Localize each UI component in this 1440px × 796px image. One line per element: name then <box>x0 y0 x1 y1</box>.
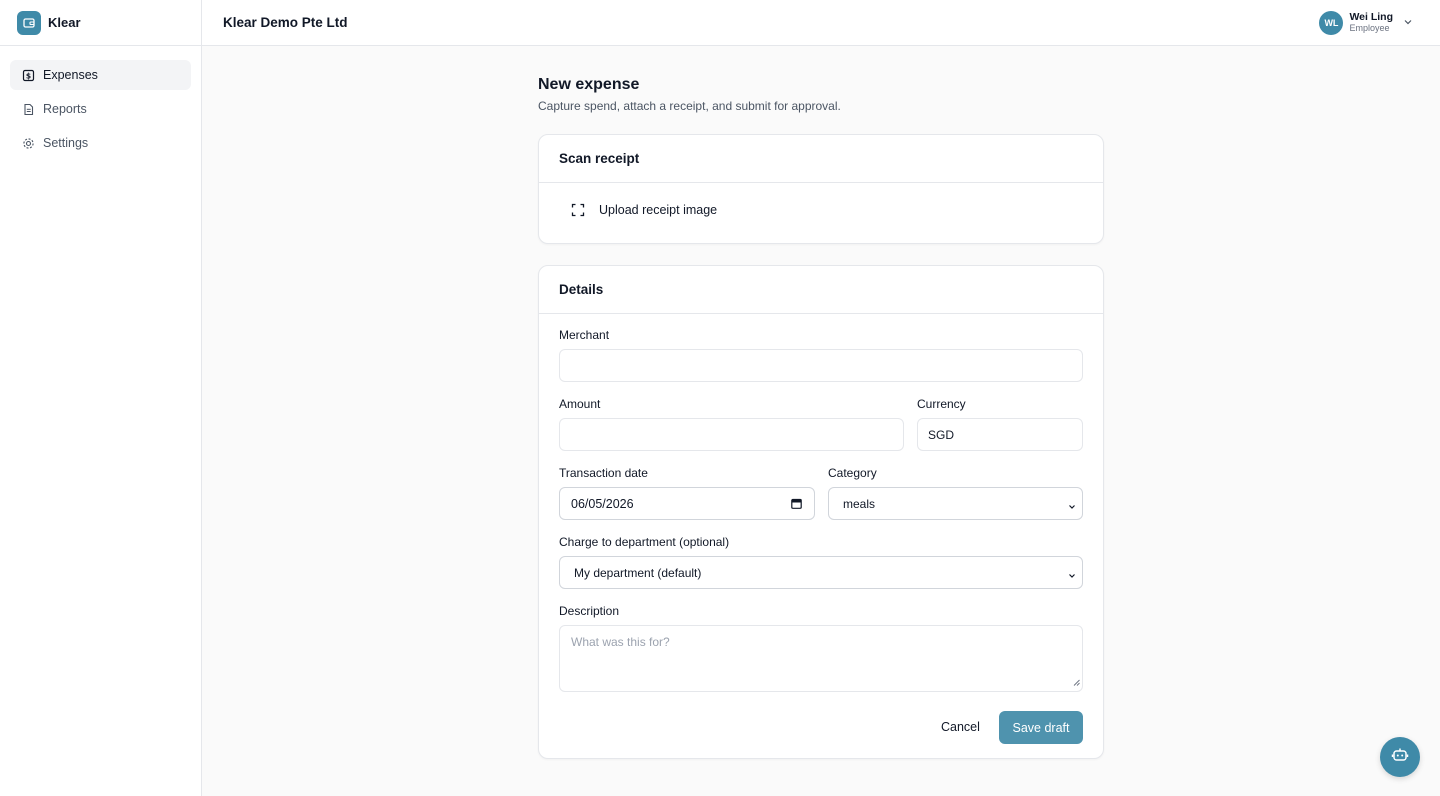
page-title: New expense <box>538 76 640 93</box>
resize-handle-icon[interactable] <box>1073 675 1080 689</box>
card-title: Scan receipt <box>539 135 1103 183</box>
robot-icon <box>1391 746 1409 769</box>
assistant-button[interactable] <box>1380 737 1420 777</box>
details-card: Details Merchant Amount Currency SGD Tra… <box>538 265 1104 759</box>
gear-icon <box>21 136 35 150</box>
company-name: Klear Demo Pte Ltd <box>223 15 348 30</box>
cancel-button[interactable]: Cancel <box>941 720 980 734</box>
avatar: WL <box>1319 11 1344 35</box>
description-placeholder: What was this for? <box>571 635 670 649</box>
chevron-down-icon <box>1068 500 1076 514</box>
upload-receipt-button[interactable]: Upload receipt image <box>571 203 717 217</box>
sidebar-item-reports[interactable]: Reports <box>10 94 191 124</box>
description-textarea[interactable]: What was this for? <box>559 625 1083 692</box>
chevron-down-icon <box>1403 14 1413 32</box>
transaction-date-input[interactable]: 06/05/2026 <box>559 487 815 520</box>
dollar-receipt-icon: $ <box>21 68 35 82</box>
card-title: Details <box>539 266 1103 314</box>
transaction-date-label: Transaction date <box>559 466 648 480</box>
category-label: Category <box>828 466 877 480</box>
category-select[interactable]: meals <box>828 487 1083 520</box>
amount-label: Amount <box>559 397 601 411</box>
department-label: Charge to department (optional) <box>559 535 730 549</box>
sidebar: Klear $ Expenses Reports Settings <box>0 0 202 796</box>
save-draft-button[interactable]: Save draft <box>999 711 1083 744</box>
brand[interactable]: Klear <box>0 0 201 46</box>
amount-input[interactable] <box>559 418 904 451</box>
main-content: New expense Capture spend, attach a rece… <box>538 76 1104 759</box>
department-select[interactable]: My department (default) <box>559 556 1083 589</box>
top-bar: Klear Demo Pte Ltd WL Wei Ling Employee <box>202 0 1440 46</box>
sidebar-item-label: Expenses <box>43 68 98 82</box>
scan-receipt-card: Scan receipt Upload receipt image <box>538 134 1104 244</box>
category-value: meals <box>843 496 876 511</box>
transaction-date-value: 06/05/2026 <box>571 496 634 511</box>
chevron-down-icon <box>1068 569 1076 583</box>
user-role: Employee <box>1349 22 1390 33</box>
description-label: Description <box>559 604 620 618</box>
merchant-label: Merchant <box>559 328 610 342</box>
sidebar-item-settings[interactable]: Settings <box>10 128 191 158</box>
user-menu[interactable]: WL Wei Ling Employee <box>1319 11 1413 35</box>
brand-name: Klear <box>48 15 81 30</box>
wallet-icon <box>17 10 41 35</box>
sidebar-nav: $ Expenses Reports Settings <box>0 46 201 176</box>
calendar-icon[interactable] <box>791 498 802 512</box>
currency-label: Currency <box>917 397 966 411</box>
document-icon <box>21 102 35 116</box>
sidebar-item-expenses[interactable]: $ Expenses <box>10 60 191 90</box>
currency-input[interactable]: SGD <box>917 418 1083 451</box>
sidebar-item-label: Settings <box>43 136 89 150</box>
svg-text:$: $ <box>25 71 30 80</box>
sidebar-item-label: Reports <box>43 102 87 116</box>
scan-icon <box>571 203 585 217</box>
merchant-input[interactable] <box>559 349 1083 382</box>
department-value: My department (default) <box>574 565 702 580</box>
page-subtitle: Capture spend, attach a receipt, and sub… <box>538 99 841 113</box>
upload-receipt-label: Upload receipt image <box>599 203 718 217</box>
